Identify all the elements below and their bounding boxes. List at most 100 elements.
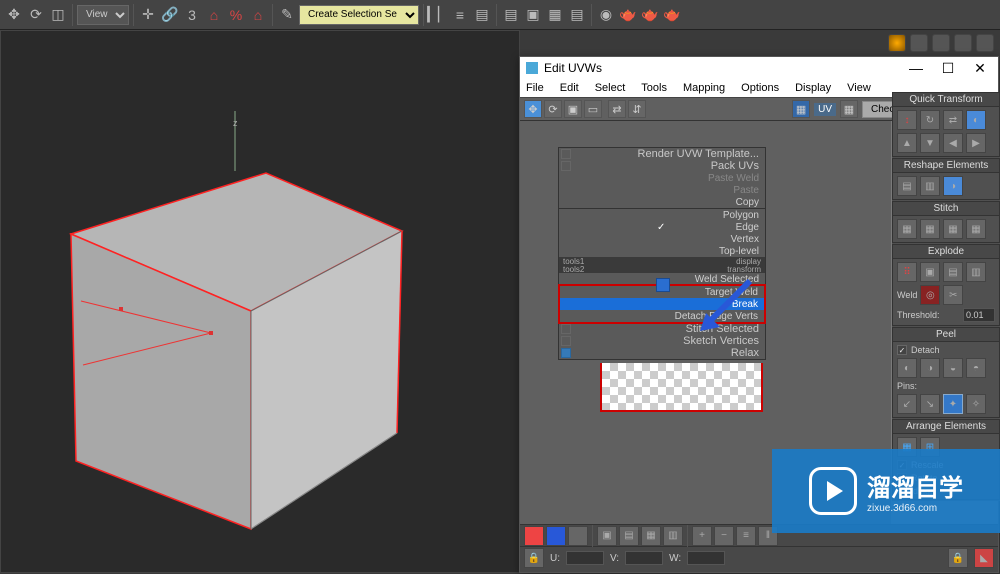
grid-icon[interactable]: ▦ bbox=[792, 100, 810, 118]
pin-d-icon[interactable]: ✧ bbox=[966, 394, 986, 414]
face-mode-icon[interactable] bbox=[568, 526, 588, 546]
lock-icon[interactable]: 🔒 bbox=[524, 548, 544, 568]
ctx-toplevel[interactable]: Top-level bbox=[559, 245, 765, 257]
weld-break-icon[interactable]: ✂ bbox=[943, 285, 963, 305]
ctx-vertex[interactable]: Vertex bbox=[559, 233, 765, 245]
shield-icon[interactable] bbox=[954, 34, 972, 52]
pin-b-icon[interactable]: ↘ bbox=[920, 394, 940, 414]
select-by-icon[interactable]: ▤ bbox=[619, 526, 639, 546]
qt-flip-icon[interactable]: ⇄ bbox=[943, 110, 963, 130]
grow-icon[interactable]: ▦ bbox=[641, 526, 661, 546]
stitch-b-icon[interactable]: ▦ bbox=[920, 219, 940, 239]
options-icon[interactable]: ◣ bbox=[974, 548, 994, 568]
viewport[interactable]: z bbox=[0, 30, 520, 573]
menu-display[interactable]: Display bbox=[795, 82, 831, 94]
render-setup-icon[interactable]: ▤ bbox=[567, 5, 587, 25]
render-frame-icon[interactable]: ◉ bbox=[596, 5, 616, 25]
view-dropdown[interactable]: View bbox=[77, 5, 129, 25]
snap-angle-icon[interactable]: ⌂ bbox=[204, 5, 224, 25]
align-icon[interactable]: ≡ bbox=[450, 5, 470, 25]
mirror-v-tool-icon[interactable]: ⇵ bbox=[628, 100, 646, 118]
layers-icon[interactable]: ▤ bbox=[472, 5, 492, 25]
ctx-detach[interactable]: Detach Edge Verts bbox=[560, 310, 764, 322]
stitch-a-icon[interactable]: ▦ bbox=[897, 219, 917, 239]
v-input[interactable] bbox=[625, 551, 663, 565]
ctx-render-template[interactable]: Render UVW Template... bbox=[571, 148, 759, 160]
selection-set-dropdown[interactable]: Create Selection Se bbox=[299, 5, 419, 25]
unlink-icon[interactable]: 3 bbox=[182, 5, 202, 25]
close-button[interactable]: ✕ bbox=[968, 60, 992, 77]
move-icon[interactable]: ✥ bbox=[4, 5, 24, 25]
explode-d-icon[interactable]: ▥ bbox=[966, 262, 986, 282]
minus-icon[interactable]: − bbox=[714, 526, 734, 546]
mirror-tool-icon[interactable]: ⇄ bbox=[608, 100, 626, 118]
maximize-button[interactable]: ☐ bbox=[936, 60, 960, 77]
lock2-icon[interactable]: 🔒 bbox=[948, 548, 968, 568]
teapot3-icon[interactable]: 🫖 bbox=[662, 5, 682, 25]
element-mode-icon[interactable]: ▣ bbox=[597, 526, 617, 546]
qt-fit-icon[interactable]: ◐ bbox=[966, 110, 986, 130]
weld-target-icon[interactable]: ◎ bbox=[920, 285, 940, 305]
ctx-copy[interactable]: Copy bbox=[559, 196, 765, 208]
axis-icon[interactable]: ✛ bbox=[138, 5, 158, 25]
pin-a-icon[interactable]: ↙ bbox=[897, 394, 917, 414]
peel-b-icon[interactable]: ◑ bbox=[920, 358, 940, 378]
scale-icon[interactable]: ◫ bbox=[48, 5, 68, 25]
reshape-c-icon[interactable]: ◑ bbox=[943, 176, 963, 196]
rotate-tool-icon[interactable]: ⟳ bbox=[544, 100, 562, 118]
ctx-break[interactable]: Break bbox=[560, 298, 764, 310]
explode-a-icon[interactable]: ⠿ bbox=[897, 262, 917, 282]
menu-view[interactable]: View bbox=[847, 82, 871, 94]
detach-checkbox[interactable]: Detach bbox=[897, 345, 995, 355]
explode-b-icon[interactable]: ▣ bbox=[920, 262, 940, 282]
teapot2-icon[interactable]: 🫖 bbox=[640, 5, 660, 25]
peel-c-icon[interactable]: ◒ bbox=[943, 358, 963, 378]
qt-b-icon[interactable]: ▼ bbox=[920, 133, 940, 153]
qt-rot-icon[interactable]: ↻ bbox=[920, 110, 940, 130]
qt-a-icon[interactable]: ▲ bbox=[897, 133, 917, 153]
globe-icon[interactable] bbox=[910, 34, 928, 52]
ctx-sketch[interactable]: Sketch Vertices bbox=[571, 335, 759, 347]
ctx-relax[interactable]: Relax bbox=[571, 347, 759, 359]
material-icon[interactable]: ▦ bbox=[545, 5, 565, 25]
pin-c-icon[interactable]: ✦ bbox=[943, 394, 963, 414]
plus-icon[interactable]: + bbox=[692, 526, 712, 546]
peel-a-icon[interactable]: ◐ bbox=[897, 358, 917, 378]
person-icon[interactable] bbox=[932, 34, 950, 52]
named-sel-icon[interactable]: ✎ bbox=[277, 5, 297, 25]
ctx-edge[interactable]: ✓Edge bbox=[559, 221, 765, 233]
teapot1-icon[interactable]: 🫖 bbox=[618, 5, 638, 25]
qt-align-icon[interactable]: ↕ bbox=[897, 110, 917, 130]
ctx-stitch[interactable]: Stitch Selected bbox=[571, 323, 759, 335]
freeform-tool-icon[interactable]: ▭ bbox=[584, 100, 602, 118]
u-input[interactable] bbox=[566, 551, 604, 565]
channel-icon[interactable]: ▦ bbox=[840, 100, 858, 118]
ctx-polygon[interactable]: Polygon bbox=[559, 209, 765, 221]
stitch-d-icon[interactable]: ▦ bbox=[966, 219, 986, 239]
menu-options[interactable]: Options bbox=[741, 82, 779, 94]
mirror-icon[interactable]: ▎▏ bbox=[428, 5, 448, 25]
snap-spinner-icon[interactable]: ⌂ bbox=[248, 5, 268, 25]
trash-icon[interactable] bbox=[976, 34, 994, 52]
schematic-icon[interactable]: ▣ bbox=[523, 5, 543, 25]
ring-icon[interactable]: ≡ bbox=[736, 526, 756, 546]
minimize-button[interactable]: — bbox=[904, 60, 928, 77]
curve-editor-icon[interactable]: ▤ bbox=[501, 5, 521, 25]
move-tool-icon[interactable]: ✥ bbox=[524, 100, 542, 118]
rotate-icon[interactable]: ⟳ bbox=[26, 5, 46, 25]
qt-d-icon[interactable]: ▶ bbox=[966, 133, 986, 153]
vertex-mode-icon[interactable] bbox=[524, 526, 544, 546]
menu-mapping[interactable]: Mapping bbox=[683, 82, 725, 94]
scale-tool-icon[interactable]: ▣ bbox=[564, 100, 582, 118]
explode-c-icon[interactable]: ▤ bbox=[943, 262, 963, 282]
w-input[interactable] bbox=[687, 551, 725, 565]
uv-titlebar[interactable]: Edit UVWs — ☐ ✕ bbox=[520, 57, 998, 79]
menu-select[interactable]: Select bbox=[595, 82, 626, 94]
stitch-c-icon[interactable]: ▦ bbox=[943, 219, 963, 239]
shrink-icon[interactable]: ▥ bbox=[663, 526, 683, 546]
threshold-input[interactable] bbox=[963, 308, 995, 322]
link-icon[interactable]: 🔗 bbox=[160, 5, 180, 25]
snap-percent-icon[interactable]: % bbox=[226, 5, 246, 25]
qt-c-icon[interactable]: ◀ bbox=[943, 133, 963, 153]
menu-tools[interactable]: Tools bbox=[641, 82, 667, 94]
